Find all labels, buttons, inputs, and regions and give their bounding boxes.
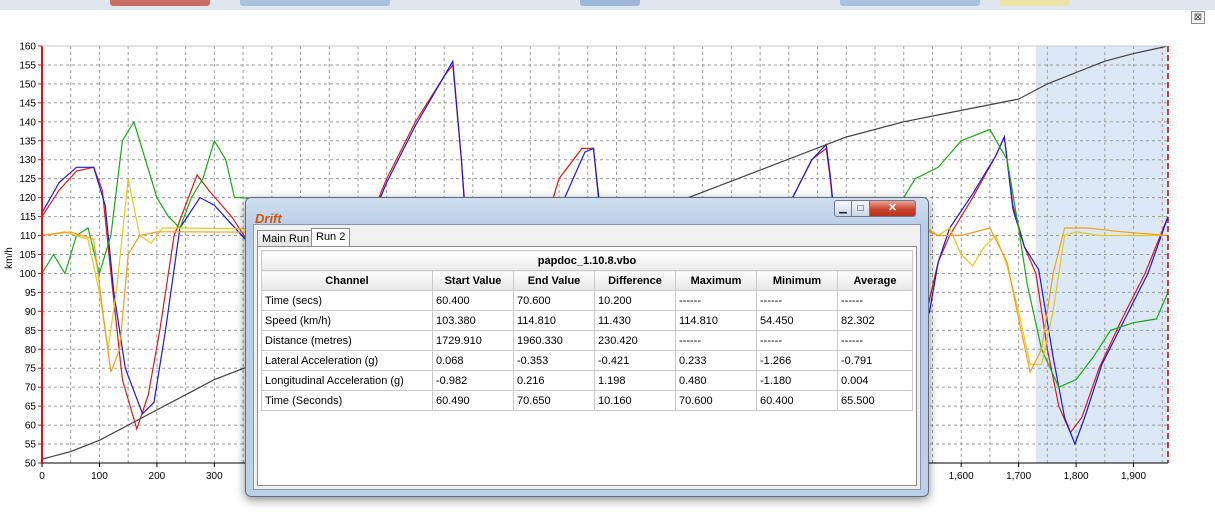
x-tick-label: 0 bbox=[39, 471, 45, 482]
y-tick-label: 140 bbox=[19, 117, 36, 128]
close-button[interactable]: ✕ bbox=[870, 200, 916, 217]
cell: 82.302 bbox=[837, 310, 913, 331]
column-header[interactable]: End Value bbox=[513, 270, 595, 291]
y-tick-label: 65 bbox=[25, 402, 37, 413]
table-row[interactable]: Time (Seconds) 60.490 70.650 10.160 70.600 60… bbox=[261, 390, 913, 411]
cell: Time (secs) bbox=[261, 290, 433, 311]
maximize-button[interactable]: □ bbox=[852, 200, 870, 217]
cell: 0.480 bbox=[675, 370, 757, 391]
cell: Longitudinal Acceleration (g) bbox=[261, 370, 433, 391]
y-tick-label: 75 bbox=[25, 364, 37, 375]
y-tick-label: 70 bbox=[25, 383, 37, 394]
table-row[interactable]: Longitudinal Acceleration (g) -0.982 0.216… bbox=[261, 370, 913, 391]
x-tick-label: 100 bbox=[91, 471, 108, 482]
y-tick-label: 60 bbox=[25, 421, 37, 432]
table-row[interactable]: Speed (km/h) 103.380 114.810 11.430 114.810 5… bbox=[261, 310, 913, 331]
cell: 65.500 bbox=[837, 390, 913, 411]
y-tick-label: 105 bbox=[19, 250, 36, 261]
cell: 60.400 bbox=[756, 390, 838, 411]
cell: 103.380 bbox=[432, 310, 514, 331]
drift-app-icon: Drift bbox=[252, 204, 282, 226]
column-header[interactable]: Average bbox=[837, 270, 913, 291]
y-tick-label: 125 bbox=[19, 174, 36, 185]
cell: 10.160 bbox=[594, 390, 676, 411]
x-tick-label: 1,600 bbox=[949, 471, 974, 482]
y-axis-label: km/h bbox=[4, 247, 15, 269]
y-tick-label: 90 bbox=[25, 307, 37, 318]
y-tick-label: 145 bbox=[19, 98, 36, 109]
cell: Speed (km/h) bbox=[261, 310, 433, 331]
cell: 70.600 bbox=[513, 290, 595, 311]
statistics-table: papdoc_1.10.8.vbo Channel Start Value En… bbox=[261, 250, 913, 411]
cell: 70.600 bbox=[675, 390, 757, 411]
x-tick-label: 200 bbox=[149, 471, 166, 482]
y-tick-label: 50 bbox=[25, 459, 37, 470]
cell: 60.400 bbox=[432, 290, 514, 311]
cell: 0.068 bbox=[432, 350, 514, 371]
tab-main-run[interactable]: Main Run bbox=[257, 230, 315, 247]
x-tick-label: 300 bbox=[206, 471, 223, 482]
cell: ------ bbox=[837, 330, 913, 351]
table-row[interactable]: Time (secs) 60.400 70.600 10.200 ------ -----… bbox=[261, 290, 913, 311]
column-header[interactable]: Maximum bbox=[675, 270, 757, 291]
y-tick-label: 130 bbox=[19, 155, 36, 166]
cell: 70.650 bbox=[513, 390, 595, 411]
cell: 10.200 bbox=[594, 290, 676, 311]
y-tick-label: 110 bbox=[20, 231, 36, 242]
cell: 230.420 bbox=[594, 330, 676, 351]
cell: 0.233 bbox=[675, 350, 757, 371]
column-header[interactable]: Difference bbox=[594, 270, 676, 291]
cell: 60.490 bbox=[432, 390, 514, 411]
cell: Distance (metres) bbox=[261, 330, 433, 351]
statistics-dialog[interactable]: Drift ▁ □ ✕ Main Run Run 2 papdoc_1.10.8… bbox=[245, 197, 929, 497]
y-tick-label: 115 bbox=[20, 212, 36, 223]
cell: 1960.330 bbox=[513, 330, 595, 351]
cell: Lateral Acceleration (g) bbox=[261, 350, 433, 371]
cell: 1729.910 bbox=[432, 330, 514, 351]
x-tick-label: 1,900 bbox=[1121, 471, 1146, 482]
y-tick-label: 160 bbox=[19, 42, 36, 53]
y-tick-label: 100 bbox=[19, 269, 36, 280]
y-tick-label: 135 bbox=[19, 136, 36, 147]
cell: ------ bbox=[675, 290, 757, 311]
column-header[interactable]: Minimum bbox=[756, 270, 838, 291]
cell: -1.180 bbox=[756, 370, 838, 391]
tab-panel: papdoc_1.10.8.vbo Channel Start Value En… bbox=[257, 246, 917, 486]
table-row[interactable]: Distance (metres) 1729.910 1960.330 230.420… bbox=[261, 330, 913, 351]
y-tick-label: 150 bbox=[19, 79, 36, 90]
cell: 54.450 bbox=[756, 310, 838, 331]
cell: -0.791 bbox=[837, 350, 913, 371]
dialog-client: Main Run Run 2 papdoc_1.10.8.vbo Channel… bbox=[253, 224, 921, 490]
table-row[interactable]: Lateral Acceleration (g) 0.068 -0.353 -0.42… bbox=[261, 350, 913, 371]
cell: 11.430 bbox=[594, 310, 676, 331]
minimize-button[interactable]: ▁ bbox=[834, 200, 852, 217]
column-header[interactable]: Channel bbox=[261, 270, 433, 291]
cell: ------ bbox=[675, 330, 757, 351]
y-tick-label: 95 bbox=[25, 288, 37, 299]
cell: 0.216 bbox=[513, 370, 595, 391]
cell: 1.198 bbox=[594, 370, 676, 391]
y-tick-label: 85 bbox=[25, 326, 37, 337]
column-header[interactable]: Start Value bbox=[432, 270, 514, 291]
cell: 0.004 bbox=[837, 370, 913, 391]
cell: 114.810 bbox=[675, 310, 757, 331]
x-tick-label: 1,700 bbox=[1006, 471, 1031, 482]
y-tick-label: 155 bbox=[19, 60, 36, 71]
y-axis-ticks: 50 55 60 65 70 75 80 85 90 95 100 105 110 115 120 125 13… bbox=[19, 42, 42, 470]
cell: -0.353 bbox=[513, 350, 595, 371]
y-tick-label: 120 bbox=[19, 193, 36, 204]
cell: -0.421 bbox=[594, 350, 676, 371]
y-tick-label: 80 bbox=[25, 345, 37, 356]
cell: -0.982 bbox=[432, 370, 514, 391]
x-tick-label: 1,800 bbox=[1064, 471, 1089, 482]
cell: -1.266 bbox=[756, 350, 838, 371]
cell: Time (Seconds) bbox=[261, 390, 433, 411]
file-name: papdoc_1.10.8.vbo bbox=[261, 250, 913, 271]
y-tick-label: 55 bbox=[25, 440, 37, 451]
cell: ------ bbox=[756, 330, 838, 351]
cell: ------ bbox=[756, 290, 838, 311]
cell: 114.810 bbox=[513, 310, 595, 331]
tab-run-2[interactable]: Run 2 bbox=[311, 228, 351, 247]
cell: ------ bbox=[837, 290, 913, 311]
